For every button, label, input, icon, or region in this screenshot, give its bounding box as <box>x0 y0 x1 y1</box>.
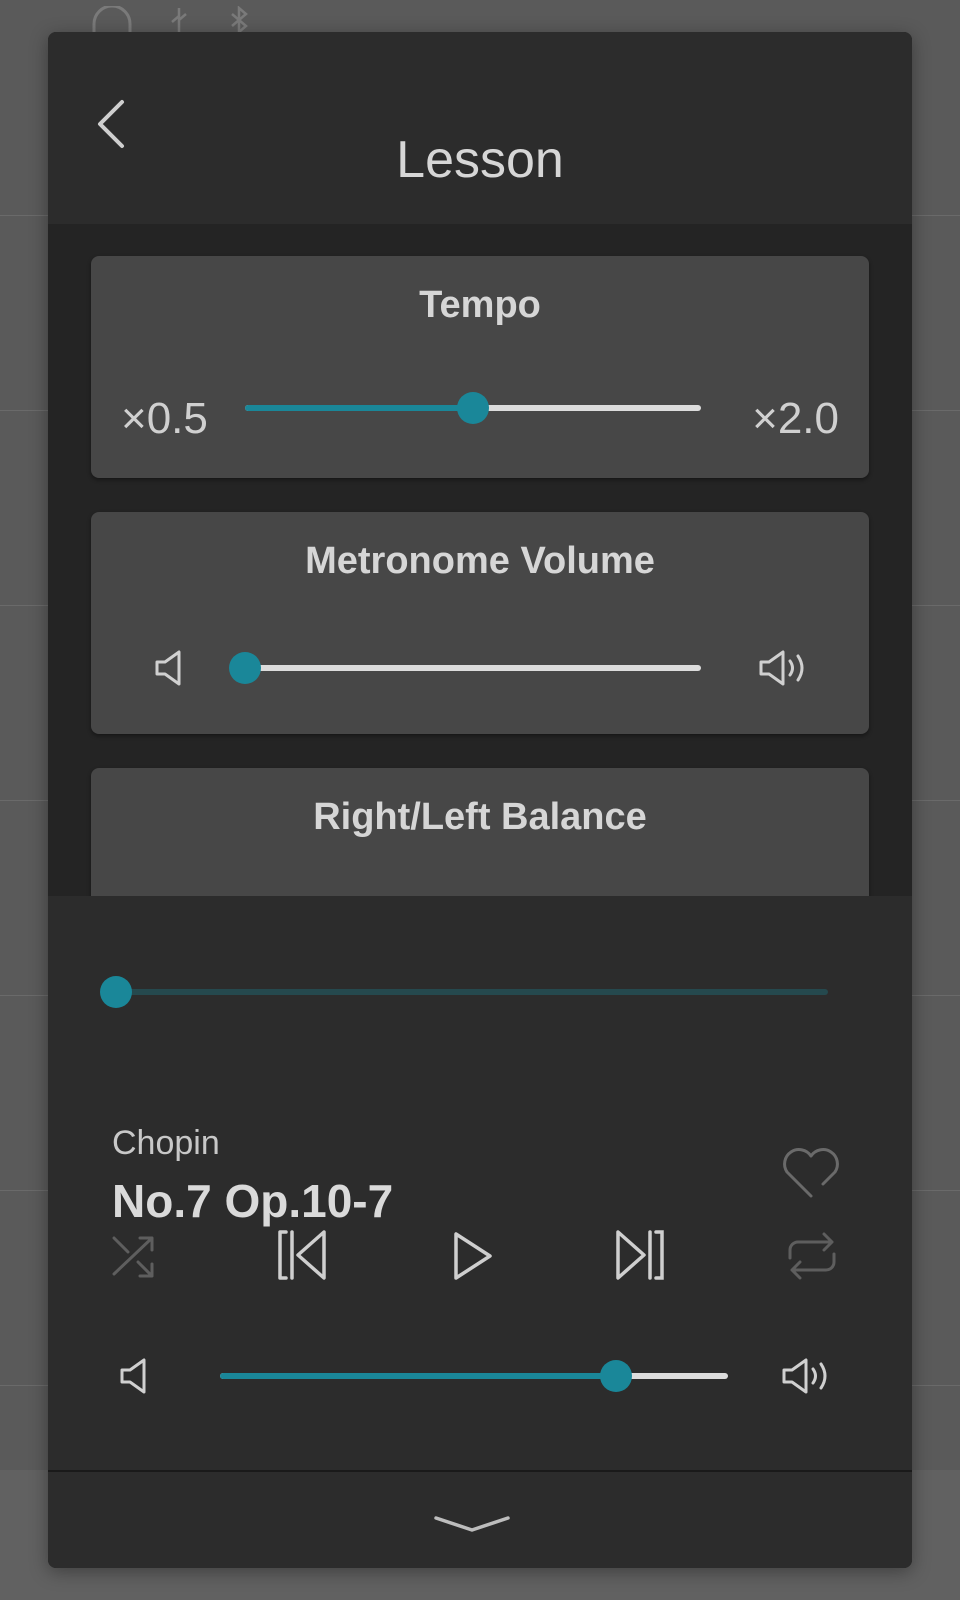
collapse-button[interactable] <box>432 1510 512 1545</box>
favorite-button[interactable] <box>780 1146 842 1205</box>
composer-name: Chopin <box>112 1124 220 1162</box>
tempo-title: Tempo <box>419 284 541 326</box>
slider-thumb[interactable] <box>229 652 261 684</box>
slider-fill <box>245 405 473 411</box>
song-title: No.7 Op.10-7 <box>112 1175 394 1227</box>
previous-button[interactable] <box>274 1228 330 1287</box>
metronome-volume-up-button[interactable] <box>757 648 811 693</box>
player-panel: Chopin No.7 Op.10-7 <box>48 896 912 1568</box>
play-button[interactable] <box>450 1230 496 1287</box>
slider-thumb[interactable] <box>600 1360 633 1392</box>
skip-previous-icon <box>278 1230 326 1280</box>
shuffle-icon <box>112 1236 154 1278</box>
tempo-slider[interactable] <box>245 388 701 428</box>
dialog-header: Lesson <box>48 32 912 224</box>
tempo-card: Tempo ×0.5 ×2.0 <box>91 256 869 478</box>
slider-fill <box>220 1373 617 1379</box>
metronome-volume-down-button[interactable] <box>153 648 187 693</box>
heart-icon <box>783 1148 839 1198</box>
lesson-dialog: Lesson Tempo ×0.5 ×2.0 Metronome Volume <box>48 32 912 1568</box>
slider-track <box>245 665 701 671</box>
speaker-icon <box>120 1358 146 1394</box>
speaker-icon <box>155 650 181 686</box>
metronome-volume-title: Metronome Volume <box>305 540 655 582</box>
slider-thumb[interactable] <box>100 976 132 1008</box>
slider-track <box>116 989 828 995</box>
slider-thumb[interactable] <box>457 392 489 424</box>
speaker-loud-icon <box>782 1358 827 1394</box>
metronome-volume-card: Metronome Volume <box>91 512 869 734</box>
skip-next-icon <box>616 1230 664 1280</box>
page-title: Lesson <box>396 131 564 189</box>
panel-divider <box>48 1470 912 1472</box>
repeat-icon <box>788 1232 836 1280</box>
shuffle-button[interactable] <box>108 1230 160 1287</box>
play-icon <box>454 1232 492 1280</box>
song-progress-slider[interactable] <box>100 972 828 1012</box>
chevron-down-icon <box>434 1516 510 1532</box>
tempo-min-label: ×0.5 <box>121 394 208 443</box>
speaker-loud-icon <box>759 650 804 686</box>
metronome-volume-slider[interactable] <box>229 648 701 688</box>
balance-title: Right/Left Balance <box>313 796 647 838</box>
repeat-button[interactable] <box>784 1230 840 1287</box>
volume-up-button[interactable] <box>780 1356 834 1401</box>
next-button[interactable] <box>612 1228 668 1287</box>
volume-down-button[interactable] <box>118 1356 152 1401</box>
volume-slider[interactable] <box>220 1356 728 1396</box>
tempo-max-label: ×2.0 <box>752 394 839 443</box>
